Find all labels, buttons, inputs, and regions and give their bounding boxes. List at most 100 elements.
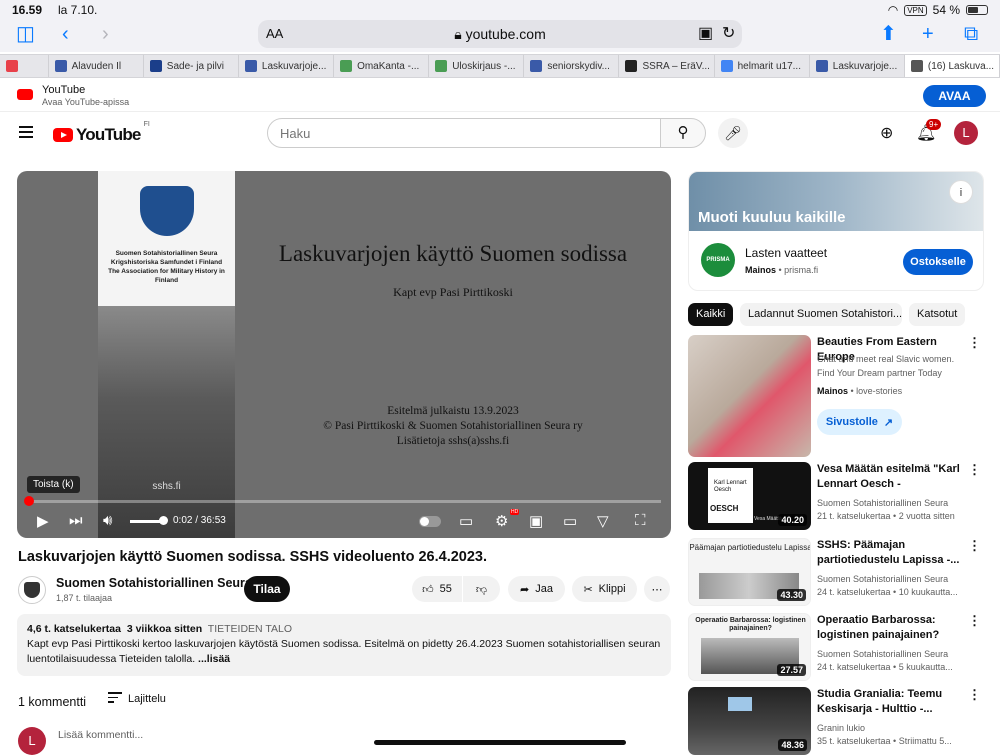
dislike-button[interactable]: 👎︎ [463,576,500,602]
autoplay-toggle[interactable] [419,516,441,527]
theater-mode-icon[interactable]: ▭ [563,512,577,530]
miniplayer-icon[interactable]: ▣ [529,512,543,530]
recommendation-channel[interactable]: Granin lukio [817,722,967,735]
share-button[interactable]: ➦ Jaa [508,576,565,602]
browser-tab[interactable]: SSRA – EräV... [619,55,715,77]
ad-subtitle: Mainos • prisma.fi [745,265,819,275]
like-button[interactable]: 👍︎ 55 [412,576,462,602]
tab-strip: Alavuden Il Sade- ja pilvi Laskuvarjoje...… [0,54,1000,78]
next-icon[interactable]: ⏭︎ [69,512,83,529]
tab-favicon-icon [910,60,923,72]
youtube-play-logo-icon [53,128,73,142]
thumbnail-caption: Operaatio Barbarossa: logistinen painaja… [695,617,806,632]
channel-name[interactable]: Suomen Sotahistoriallinen Seura [56,576,252,590]
description-meta: 4,6 t. katselukertaa 3 viikkoa sitten TI… [27,622,661,637]
recommendation-item[interactable]: 48.36 Studia Granialia: Teemu Keskisarja… [688,687,984,755]
video-player[interactable]: Suomen Sotahistoriallinen Seura Krigshis… [17,171,671,538]
search-button[interactable]: ⚲ [660,118,706,148]
scrubber-handle[interactable] [24,496,34,506]
more-vertical-icon[interactable]: ⋮ [968,335,981,351]
more-actions-button[interactable]: ⋯ [644,576,670,602]
more-vertical-icon[interactable]: ⋮ [968,613,981,629]
volume-icon[interactable]: 🔊︎ [103,512,112,529]
airplay-icon[interactable]: ▽ [597,512,609,530]
create-video-icon[interactable]: ⊕ [880,123,893,143]
extensions-icon[interactable]: ▣ [698,23,713,43]
recommendation-channel[interactable]: Suomen Sotahistoriallinen Seura [817,573,967,586]
view-count: 4,6 t. katselukertaa [27,623,121,635]
recommendation-channel[interactable]: Suomen Sotahistoriallinen Seura [817,497,967,510]
browser-tab[interactable]: Sade- ja pilvi [144,55,239,77]
video-title: Laskuvarjojen käyttö Suomen sodissa. SSH… [18,549,488,565]
settings-gear-icon[interactable]: ⚙︎ [495,512,508,530]
recommendation-item[interactable]: Karl Lennart Oesch OESCH Vesa Määttä 40.… [688,462,984,530]
voice-search-button[interactable]: 🎤︎ [718,118,748,148]
fullscreen-icon[interactable]: ⛶ [635,512,646,529]
chip-all[interactable]: Kaikki [688,303,734,326]
address-bar[interactable]: AA 🔒︎ youtube.com ▣ ↻ [258,20,742,48]
description-box[interactable]: 4,6 t. katselukertaa 3 viikkoa sitten TI… [17,614,671,676]
recommendation-thumbnail[interactable]: Karl Lennart Oesch OESCH Vesa Määttä 40.… [688,462,811,530]
more-vertical-icon[interactable]: ⋮ [968,538,981,554]
browser-tab[interactable]: helmarit u17... [715,55,810,77]
sidebar-ad-card[interactable]: Muoti kuuluu kaikille i PRISMA Lasten va… [688,171,984,291]
subtitles-icon[interactable]: ▭ [459,512,473,530]
forward-icon[interactable]: › [102,22,109,46]
browser-tab[interactable]: Laskuvarjoje... [239,55,335,77]
open-app-button[interactable]: AVAA [923,85,986,107]
browser-tab[interactable]: seniorskydiv... [524,55,620,77]
ad-shop-button[interactable]: Ostokselle [903,249,973,275]
share-icon[interactable]: ⬆︎ [880,22,897,46]
ad-image[interactable]: Muoti kuuluu kaikille i [689,172,983,231]
show-more-link[interactable]: ...lisää [198,653,230,665]
browser-tab[interactable]: Alavuden Il [49,55,144,77]
recommendation-title[interactable]: SSHS: Päämajan partiotiedustelu Lapissa … [817,538,963,568]
comment-input[interactable]: Lisää kommentti... [58,729,143,741]
subscribe-button[interactable]: Tilaa [244,576,290,602]
recommendation-ad[interactable]: Beauties From Eastern Europe Chat and me… [688,335,984,457]
back-icon[interactable]: ‹ [62,22,69,46]
menu-icon[interactable] [19,126,33,141]
youtube-app-icon [17,89,33,100]
browser-tab[interactable] [0,55,49,77]
recommendation-channel[interactable]: Suomen Sotahistoriallinen Seura [817,648,967,661]
recommendation-item[interactable]: Operaatio Barbarossa: logistinen painaja… [688,613,984,681]
clip-button[interactable]: ✂︎ Klippi [572,576,637,602]
more-vertical-icon[interactable]: ⋮ [968,462,981,478]
volume-slider[interactable] [130,516,168,525]
sort-comments-button[interactable]: Lajittelu [108,692,166,706]
chip-channel[interactable]: Ladannut Suomen Sotahistori... [740,303,902,326]
reload-icon[interactable]: ↻ [722,23,735,43]
play-tooltip: Toista (k) [27,476,80,493]
tab-overview-icon[interactable]: ⧉ [964,22,978,46]
progress-bar[interactable] [24,496,661,506]
browser-tab[interactable]: Uloskirjaus -... [429,55,525,77]
recommendation-item[interactable]: Päämajan partiotiedustelu Lapissa 43.30 … [688,538,984,606]
new-tab-icon[interactable]: + [922,22,934,46]
visit-site-button[interactable]: Sivustolle ↗ [817,409,902,435]
sidebar-toggle-icon[interactable]: ◫ [16,22,35,46]
recommendation-thumbnail[interactable]: 48.36 [688,687,811,755]
more-vertical-icon[interactable]: ⋮ [968,687,981,703]
youtube-logo[interactable]: YouTube FI [53,121,150,145]
browser-tab[interactable]: OmaKanta -... [334,55,430,77]
ad-title[interactable]: Lasten vaatteet [745,246,827,260]
search-icon: ⚲ [677,124,689,141]
ad-info-icon[interactable]: i [949,180,973,204]
org-name-en: The Association for Military History in … [108,268,225,284]
chip-watched[interactable]: Katsotut [909,303,966,326]
account-avatar[interactable]: L [954,121,978,145]
recommendation-title[interactable]: Vesa Määtän esitelmä "Karl Lennart Oesch… [817,462,963,492]
browser-tab[interactable]: (16) Laskuva... [904,55,1000,77]
recommendation-title[interactable]: Operaatio Barbarossa: logistinen painaja… [817,613,963,643]
play-icon[interactable]: ▶ [37,512,49,530]
browser-tab[interactable]: Laskuvarjoje... [810,55,905,77]
channel-avatar[interactable] [18,576,46,604]
description-tag[interactable]: TIETEIDEN TALO [208,623,292,635]
recommendation-title[interactable]: Studia Granialia: Teemu Keskisarja - Hul… [817,687,963,717]
org-name-fi: Suomen Sotahistoriallinen Seura [115,250,218,257]
recommendation-thumbnail[interactable] [688,335,811,457]
search-input[interactable] [267,118,661,148]
recommendation-thumbnail[interactable]: Päämajan partiotiedustelu Lapissa 43.30 [688,538,811,606]
recommendation-thumbnail[interactable]: Operaatio Barbarossa: logistinen painaja… [688,613,811,681]
